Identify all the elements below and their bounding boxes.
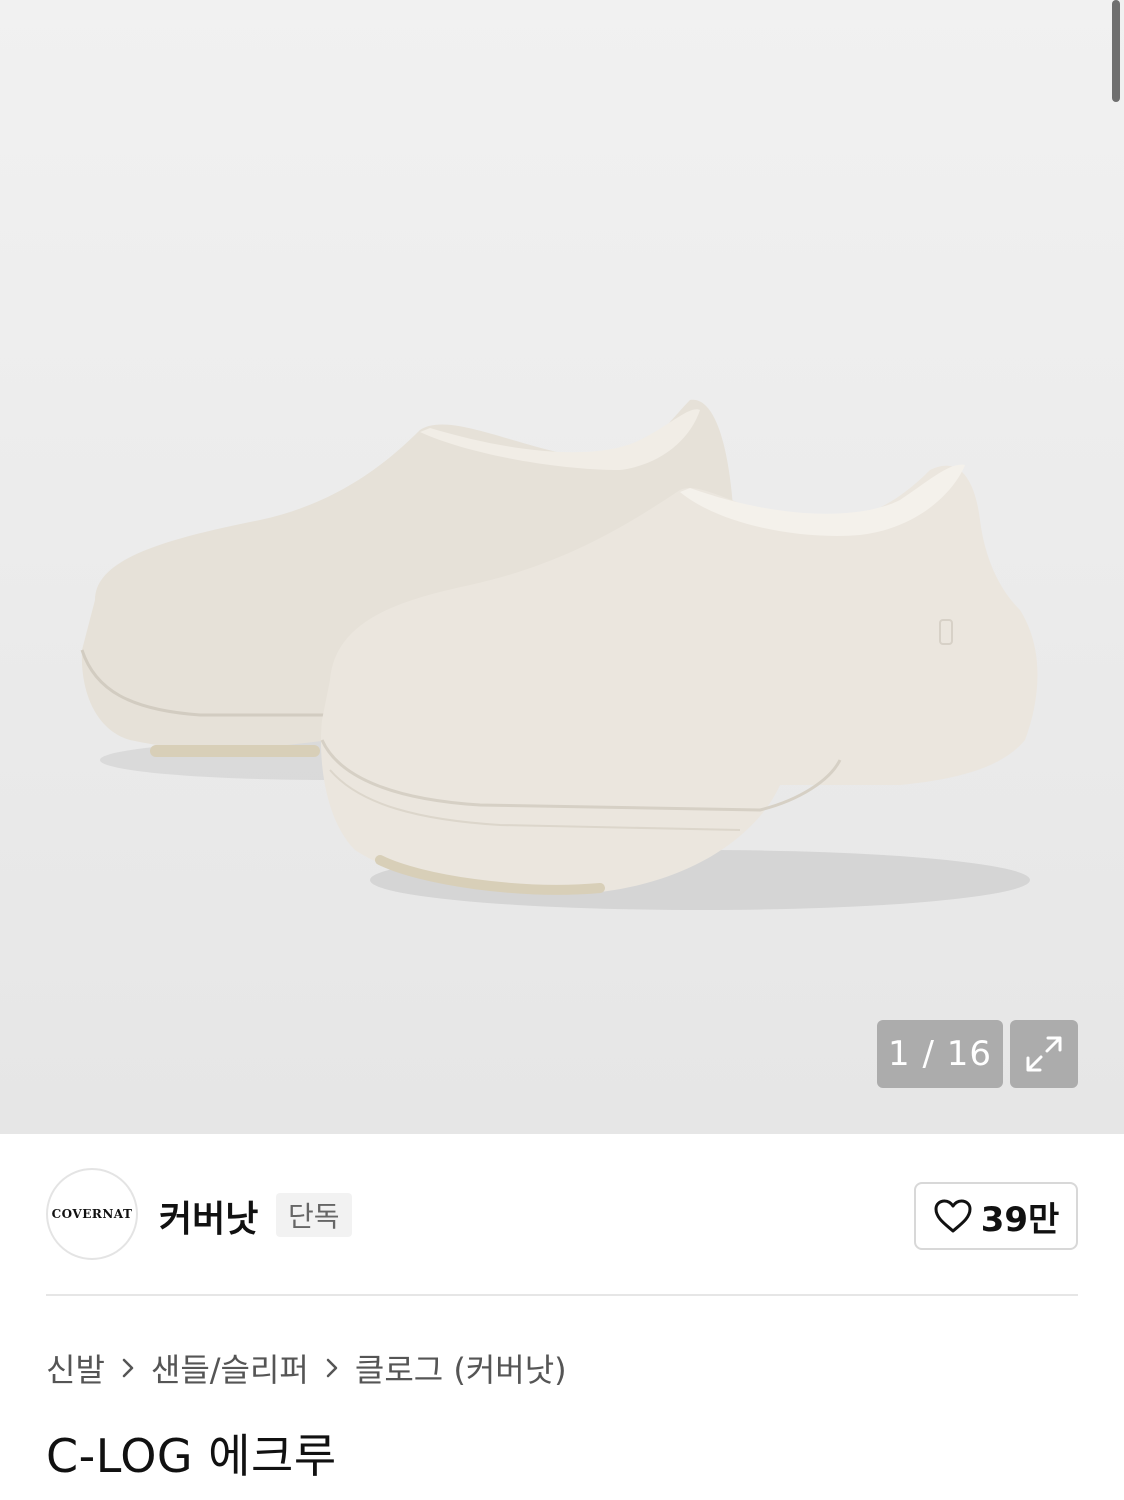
expand-button[interactable] bbox=[1010, 1020, 1078, 1088]
chevron-right-icon bbox=[121, 1357, 135, 1379]
like-count: 39만 bbox=[980, 1199, 1060, 1240]
image-counter: 1 / 16 bbox=[877, 1020, 1003, 1088]
breadcrumb-item-sandals[interactable]: 샌들/슬리퍼 bbox=[151, 1345, 309, 1391]
breadcrumb: 신발 샌들/슬리퍼 클로그 (커버낫) bbox=[46, 1344, 567, 1392]
brand-name[interactable]: 커버낫 bbox=[159, 1190, 258, 1242]
product-image bbox=[80, 399, 1038, 910]
divider bbox=[46, 1294, 1078, 1296]
chevron-right-icon bbox=[325, 1357, 339, 1379]
scrollbar[interactable] bbox=[1112, 0, 1120, 102]
product-image-gallery[interactable]: 1 / 16 bbox=[0, 0, 1124, 1134]
brand-logo-text: COVERNAT bbox=[51, 1207, 133, 1221]
breadcrumb-item-shoes[interactable]: 신발 bbox=[46, 1345, 105, 1391]
brand-row: COVERNAT 커버낫 단독 39만 bbox=[46, 1168, 1078, 1262]
heart-icon bbox=[934, 1199, 972, 1233]
expand-icon bbox=[1026, 1036, 1062, 1072]
like-button[interactable]: 39만 bbox=[914, 1182, 1078, 1250]
product-title: C-LOG 에크루 bbox=[46, 1429, 337, 1483]
exclusive-badge: 단독 bbox=[276, 1193, 352, 1237]
breadcrumb-item-clog[interactable]: 클로그 (커버낫) bbox=[355, 1345, 567, 1391]
brand-logo[interactable]: COVERNAT bbox=[46, 1168, 138, 1260]
